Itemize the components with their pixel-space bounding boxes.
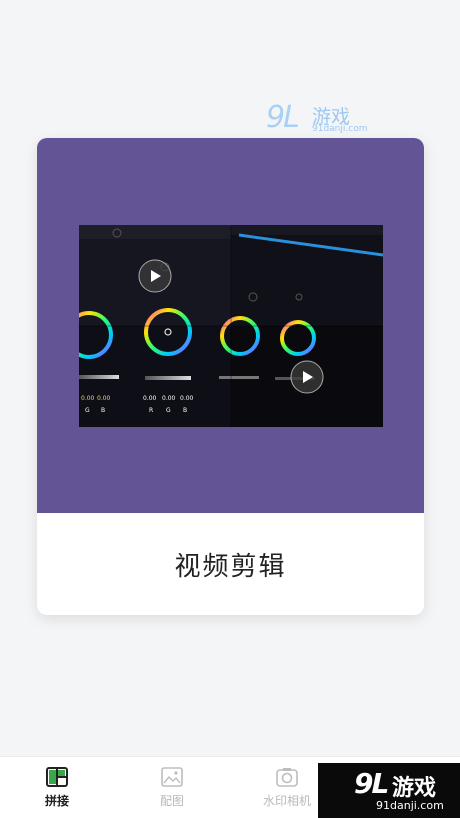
watermark-logo-number: 9L — [266, 100, 300, 135]
preview-value: 0.00 — [81, 395, 95, 402]
preview-channel: G — [166, 407, 171, 414]
tab-label: 拼接 — [44, 794, 69, 808]
preview-value: 0.00 — [97, 395, 111, 402]
card-media: 0.00 0.00 0.00 0.00 0.00 R G B G B — [37, 138, 424, 513]
tab-label: 配图 — [159, 794, 184, 808]
preview-channel: B — [101, 407, 105, 414]
play-button[interactable] — [290, 360, 324, 394]
watermark-url: 91danji.com — [376, 799, 444, 812]
tab-image-match[interactable]: 配图 — [115, 757, 229, 818]
tab-collage[interactable]: 拼接 — [0, 757, 114, 818]
preview-channel: G — [85, 407, 90, 414]
watermark-url: 91danji.com — [312, 124, 368, 134]
camera-icon — [276, 768, 298, 787]
video-edit-card[interactable]: 0.00 0.00 0.00 0.00 0.00 R G B G B 视频剪辑 — [37, 138, 424, 615]
video-preview-image: 0.00 0.00 0.00 0.00 0.00 R G B G B — [79, 225, 383, 427]
card-title: 视频剪辑 — [174, 551, 287, 582]
play-button[interactable] — [138, 259, 172, 293]
preview-channel: R — [149, 407, 153, 414]
watermark-logo-text: 游戏 — [392, 776, 437, 801]
collage-icon — [46, 767, 68, 787]
color-wheels-preview: 0.00 0.00 0.00 0.00 0.00 R G B G B — [79, 225, 383, 427]
image-icon — [161, 767, 183, 787]
preview-value: 0.00 — [162, 395, 176, 402]
watermark-logo: 9L 游戏 91danji.com — [266, 100, 368, 138]
watermark-logo-number: 9L — [354, 767, 389, 800]
preview-value: 0.00 — [180, 395, 194, 402]
preview-value: 0.00 — [143, 395, 157, 402]
preview-channel: B — [183, 407, 187, 414]
watermark-overlay: 9L 游戏 91danji.com — [318, 763, 460, 818]
